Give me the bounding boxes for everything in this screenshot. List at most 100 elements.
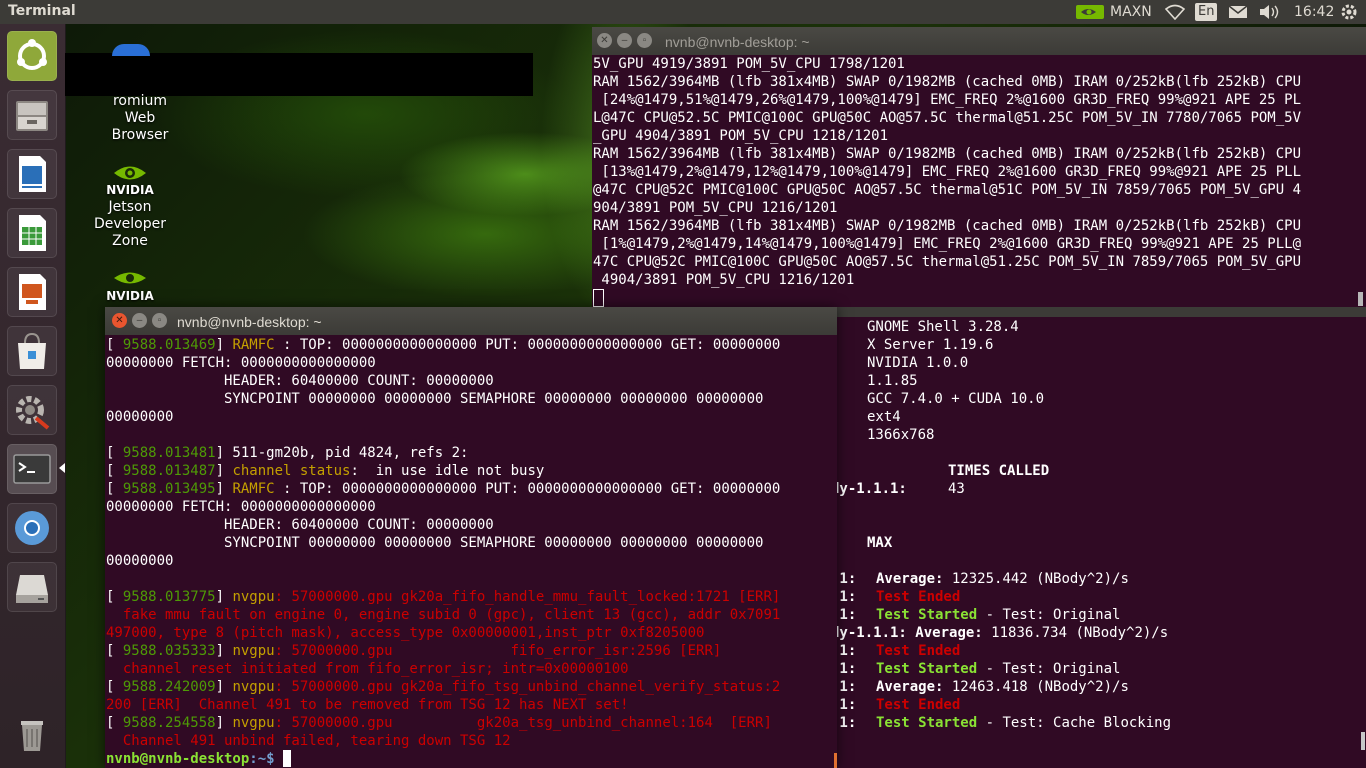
launcher-files-button[interactable] [7,90,57,140]
log-segment: SYNCPOINT 00000000 00000000 SEMAPHORE 00… [106,391,764,407]
test-name: dy-1.1.1: [831,481,907,497]
result-key: Test Ended [876,697,961,713]
settings-icon [16,396,50,430]
minimize-icon[interactable]: – [617,33,632,48]
result-text: Average: 11836.734 (NBody^2)/s [915,624,1168,642]
result-detail: 12463.418 (NBody^2)/s [943,679,1129,695]
terminal-line: HEADER: 60400000 COUNT: 00000000 [106,516,837,534]
terminal-line: [ 9588.035333] nvgpu: 57000000.gpu fifo_… [106,642,837,660]
terminal-cursor [283,750,292,767]
terminal-window-tegrastats[interactable]: ✕ – ▫ nvnb@nvnb-desktop: ~ 5V_GPU 4919/3… [592,27,1366,307]
log-segment: 9588.013487 [122,463,216,479]
desktop-icon-nvidia-label[interactable]: NVIDIA [75,288,185,305]
writer-icon [19,156,46,192]
minimize-icon[interactable]: – [132,313,147,328]
log-segment: 9588.013481 [122,445,216,461]
desktop-icon-jetson-label[interactable]: NVIDIA Jetson Developer Zone [75,182,185,250]
launcher-impress-button[interactable] [7,267,57,317]
result-text: Test Ended [876,642,960,660]
info-value: 1366x768 [867,427,935,443]
nvidia-eye-icon[interactable] [110,267,150,289]
maximize-icon[interactable]: ▫ [637,33,652,48]
ubuntu-logo-icon [17,39,47,70]
terminal-output[interactable]: [ 9588.013469] RAMFC : TOP: 000000000000… [106,336,837,768]
launcher-calc-button[interactable] [7,208,57,258]
terminal-line: [ 9588.013495] RAMFC : TOP: 000000000000… [106,480,837,498]
launcher-writer-button[interactable] [7,149,57,199]
power-gear-icon[interactable] [1340,0,1358,24]
terminal-line: RAM 1562/3964MB (lfb 381x4MB) SWAP 0/198… [593,218,1302,234]
terminal-line: 47C CPU@52C PMIC@100C GPU@50C AO@57.5C t… [593,254,1302,270]
launcher-chromium-button[interactable] [7,503,57,553]
terminal-line: [ 9588.254558] nvgpu: 57000000.gpu gk20a… [106,714,837,732]
trash-icon [21,721,43,751]
scrollbar-thumb[interactable] [834,753,837,768]
launcher-settings-button[interactable] [7,385,57,435]
terminal-line: [13%@1479,2%@1479,12%@1479,100%@1479] EM… [593,164,1302,180]
terminal-line: channel reset initiated from fifo_error_… [106,660,837,678]
scrollbar-thumb[interactable] [1361,732,1365,750]
times-called-header: TIMES CALLED [948,463,1050,479]
launcher-terminal-button[interactable] [7,444,57,494]
terminal-line: 4904/3891 POM_5V_CPU 1216/1201 [593,272,855,288]
log-segment: [ [106,481,123,497]
terminal-output[interactable]: 5V_GPU 4919/3891 POM_5V_CPU 1798/1201 RAM… [593,55,1366,307]
terminal-line: [ 9588.013481] 511-gm20b, pid 4824, refs… [106,444,837,462]
log-segment: 00000000 [106,409,174,425]
close-icon[interactable]: ✕ [597,33,612,48]
log-segment: fake mmu fault on engine 0, engine subid… [106,607,781,623]
log-segment: 00000000 [106,553,174,569]
log-segment: ] [215,337,233,353]
close-icon[interactable]: ✕ [112,313,127,328]
terminal-line: 200 [ERR] Channel 491 to be removed from… [106,696,837,714]
wifi-icon[interactable] [1165,0,1185,24]
log-segment: ] [215,481,233,497]
launcher-ubuntu-button[interactable] [7,31,57,81]
terminal-cursor-line [593,289,1366,307]
active-app-indicator [59,463,65,473]
power-mode-label[interactable]: MAXN [1110,0,1152,24]
launcher-drive-button[interactable] [7,562,57,612]
result-key: Average: [915,625,983,641]
result-key: Test Started [876,607,978,623]
clock[interactable]: 16:42 [1294,0,1334,24]
launcher [0,24,66,768]
launcher-software-button[interactable] [7,326,57,376]
log-segment: 497000, type 8 (pitch mask), access_type… [106,625,705,641]
log-segment: RAMFC [232,481,275,497]
prompt-path: :~$ [249,751,284,767]
scrollbar-thumb[interactable] [1358,292,1363,306]
keyboard-layout-indicator[interactable]: En [1195,0,1218,24]
terminal-line: SYNCPOINT 00000000 00000000 SEMAPHORE 00… [106,534,837,552]
mail-icon[interactable] [1228,0,1248,24]
terminal-line: @47C CPU@52C PMIC@100C GPU@50C AO@57.5C … [593,182,1302,198]
log-segment: : in use idle not busy [350,463,545,479]
chromium-icon [15,511,49,545]
log-segment: SYNCPOINT 00000000 00000000 SEMAPHORE 00… [106,535,764,551]
chromium-desktop-icon[interactable] [112,44,150,56]
volume-icon[interactable] [1259,0,1281,24]
log-segment: channel status [232,463,351,479]
log-segment: HEADER: 60400000 COUNT: 00000000 [106,373,494,389]
log-segment: Channel 491 unbind failed, tearing down … [106,733,511,749]
terminal-titlebar[interactable]: ✕ – ▫ nvnb@nvnb-desktop: ~ [105,307,837,335]
launcher-trash-button[interactable] [7,708,57,758]
result-text: Test Started - Test: Original [876,660,1120,678]
terminal-line: fake mmu fault on engine 0, engine subid… [106,606,837,624]
terminal-titlebar[interactable]: ✕ – ▫ nvnb@nvnb-desktop: ~ [592,27,1366,55]
maximize-icon[interactable]: ▫ [152,313,167,328]
log-segment: [ [106,643,123,659]
result-key: Test Ended [876,589,961,605]
result-key: Average: [876,571,944,587]
terminal-line: 904/3891 POM_5V_CPU 1216/1201 [593,200,838,216]
log-segment: ] [215,589,233,605]
desktop-icon-chromium-label[interactable]: romium Web Browser [85,93,195,144]
terminal-window-dmesg[interactable]: ✕ – ▫ nvnb@nvnb-desktop: ~ [ 9588.013469… [105,307,837,768]
nvidia-icon[interactable] [1076,0,1104,24]
result-text: Average: 12463.418 (NBody^2)/s [876,678,1129,696]
info-value: GNOME Shell 3.28.4 [867,319,1019,335]
log-segment: [ [106,715,123,731]
shell-prompt[interactable]: nvnb@nvnb-desktop:~$ [106,750,837,768]
